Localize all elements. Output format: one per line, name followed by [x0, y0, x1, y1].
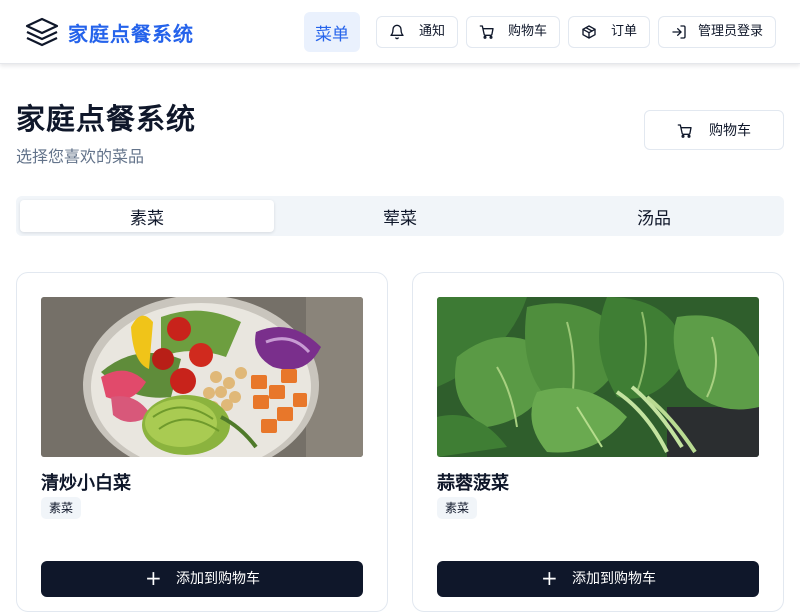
orders-button[interactable]: 订单	[568, 16, 650, 48]
nav-menu-button[interactable]: 菜单	[304, 12, 360, 52]
page-title: 家庭点餐系统	[16, 102, 197, 136]
cart-icon	[479, 25, 494, 39]
admin-login-label: 管理员登录	[697, 24, 763, 39]
notifications-button[interactable]: 通知	[376, 16, 458, 48]
add-to-cart-button[interactable]: + 添加到购物车	[41, 561, 363, 597]
add-to-cart-label: 添加到购物车	[572, 571, 656, 587]
plus-icon: +	[145, 566, 162, 590]
dish-card: 蒜蓉菠菜 素菜 + 添加到购物车	[412, 272, 784, 612]
orders-label: 订单	[610, 24, 637, 39]
dish-name: 清炒小白菜	[41, 473, 131, 494]
cart-nav-label: 购物车	[507, 24, 547, 39]
add-to-cart-button[interactable]: + 添加到购物车	[437, 561, 759, 597]
cart-button[interactable]: 购物车	[644, 110, 784, 150]
login-icon	[672, 25, 686, 39]
dish-image	[41, 297, 363, 457]
top-navbar: 家庭点餐系统 菜单 通知 购物车 订单 管理员登录	[0, 0, 800, 64]
cart-nav-button[interactable]: 购物车	[466, 16, 560, 48]
tab-vegetarian[interactable]: 素菜	[20, 200, 274, 232]
admin-login-button[interactable]: 管理员登录	[658, 16, 776, 48]
bell-icon	[390, 24, 404, 40]
cart-button-label: 购物车	[709, 123, 751, 139]
dish-name: 蒜蓉菠菜	[437, 473, 509, 494]
dish-image	[437, 297, 759, 457]
cart-icon	[677, 124, 692, 138]
brand-title: 家庭点餐系统	[68, 21, 194, 46]
plus-icon: +	[541, 566, 558, 590]
package-icon	[582, 25, 596, 39]
category-tabs: 素菜 荤菜 汤品	[16, 196, 784, 236]
brand[interactable]: 家庭点餐系统	[24, 14, 194, 50]
dish-category-badge: 素菜	[41, 497, 82, 519]
dish-card: 清炒小白菜 素菜 + 添加到购物车	[16, 272, 388, 612]
add-to-cart-label: 添加到购物车	[176, 571, 260, 587]
tab-meat[interactable]: 荤菜	[273, 200, 527, 232]
page-subtitle: 选择您喜欢的菜品	[16, 147, 145, 166]
tab-soup[interactable]: 汤品	[527, 200, 781, 232]
layers-icon	[24, 15, 60, 49]
notifications-label: 通知	[418, 24, 445, 39]
dish-category-badge: 素菜	[437, 497, 478, 519]
